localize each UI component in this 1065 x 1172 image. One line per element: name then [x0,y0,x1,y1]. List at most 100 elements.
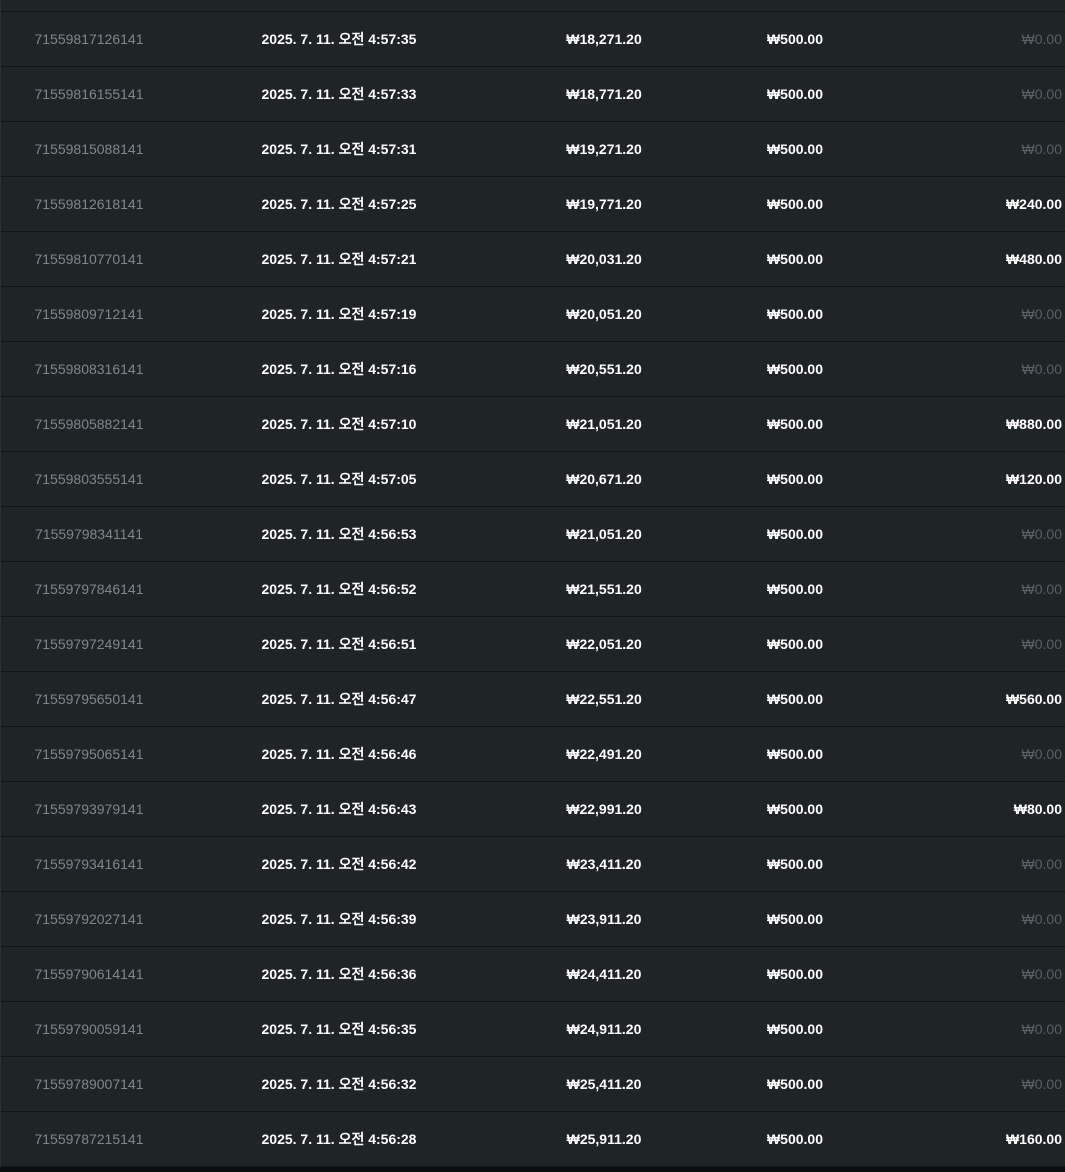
win-amount-cell: ₩0.00 [1021,1076,1062,1092]
table-row[interactable]: 71559797249141 2025. 7. 11. 오전 4:56:51 ₩22… [1,617,1065,672]
timestamp-cell: 2025. 7. 11. 오전 4:56:42 [261,856,417,872]
bet-amount-cell: ₩500.00 [766,251,824,267]
table-row[interactable]: 71559792027141 2025. 7. 11. 오전 4:56:39 ₩23… [1,892,1065,947]
round-id-cell: 71559803555141 [34,471,144,487]
balance-cell: ₩24,911.20 [566,1021,642,1037]
round-id-cell: 71559789007141 [34,1076,144,1092]
balance-cell: ₩22,991.20 [566,801,642,817]
timestamp-cell: 2025. 7. 11. 오전 4:56:46 [261,746,417,762]
win-amount-cell: ₩120.00 [1005,471,1062,487]
balance-cell: ₩22,551.20 [566,691,642,707]
balance-cell: ₩20,551.20 [566,361,642,377]
win-amount-cell: ₩0.00 [1021,526,1062,542]
round-id-cell: 71559792027141 [34,911,144,927]
table-row[interactable]: 71559790059141 2025. 7. 11. 오전 4:56:35 ₩24… [1,1002,1065,1057]
bet-amount-cell: ₩500.00 [766,1021,824,1037]
round-id-cell: 71559798341141 [35,526,143,542]
timestamp-cell: 2025. 7. 11. 오전 4:56:39 [261,911,417,927]
balance-cell: ₩25,411.20 [566,1076,642,1092]
timestamp-cell: 2025. 7. 11. 오전 4:57:16 [261,361,417,377]
balance-cell: ₩20,671.20 [566,471,642,487]
balance-cell: ₩22,491.20 [566,746,642,762]
table-bottom-edge [0,1167,1065,1172]
round-id-cell: 71559793416141 [34,856,144,872]
round-id-cell: 71559810770141 [34,251,144,267]
table-row[interactable]: 71559815088141 2025. 7. 11. 오전 4:57:31 ₩19… [1,122,1065,177]
table-row[interactable]: 71559805882141 2025. 7. 11. 오전 4:57:10 ₩21… [1,397,1065,452]
bet-amount-cell: ₩500.00 [766,911,824,927]
bet-amount-cell: ₩500.00 [766,746,824,762]
timestamp-cell: 2025. 7. 11. 오전 4:57:31 [261,141,417,157]
round-id-cell: 71559815088141 [34,141,144,157]
table-top-edge [1,0,1065,12]
win-amount-cell: ₩560.00 [1005,691,1062,707]
table-row[interactable]: 71559793979141 2025. 7. 11. 오전 4:56:43 ₩22… [1,782,1065,837]
timestamp-cell: 2025. 7. 11. 오전 4:56:36 [261,966,417,982]
table-row[interactable]: 71559795650141 2025. 7. 11. 오전 4:56:47 ₩22… [1,672,1065,727]
table-row[interactable]: 71559816155141 2025. 7. 11. 오전 4:57:33 ₩18… [1,67,1065,122]
bet-amount-cell: ₩500.00 [766,31,824,47]
table-row[interactable]: 71559795065141 2025. 7. 11. 오전 4:56:46 ₩22… [1,727,1065,782]
win-amount-cell: ₩0.00 [1021,86,1062,102]
round-id-cell: 71559787215141 [34,1131,144,1147]
balance-cell: ₩22,051.20 [566,636,642,652]
table-row[interactable]: 71559817126141 2025. 7. 11. 오전 4:57:35 ₩18… [1,12,1065,67]
balance-cell: ₩21,051.20 [566,526,642,542]
table-row[interactable]: 71559793416141 2025. 7. 11. 오전 4:56:42 ₩23… [1,837,1065,892]
win-amount-cell: ₩0.00 [1021,581,1062,597]
round-id-cell: 71559816155141 [34,86,144,102]
bet-amount-cell: ₩500.00 [766,196,824,212]
win-amount-cell: ₩0.00 [1021,856,1062,872]
table-row[interactable]: 71559812618141 2025. 7. 11. 오전 4:57:25 ₩19… [1,177,1065,232]
table-row[interactable]: 71559797846141 2025. 7. 11. 오전 4:56:52 ₩21… [1,562,1065,617]
win-amount-cell: ₩0.00 [1021,636,1062,652]
win-amount-cell: ₩0.00 [1021,1021,1062,1037]
win-amount-cell: ₩0.00 [1021,966,1062,982]
round-id-cell: 71559809712141 [34,306,144,322]
timestamp-cell: 2025. 7. 11. 오전 4:57:21 [261,251,417,267]
timestamp-cell: 2025. 7. 11. 오전 4:57:05 [261,471,417,487]
win-amount-cell: ₩0.00 [1021,141,1062,157]
table-row[interactable]: 71559798341141 2025. 7. 11. 오전 4:56:53 ₩21… [1,507,1065,562]
round-id-cell: 71559808316141 [34,361,144,377]
win-amount-cell: ₩160.00 [1005,1131,1062,1147]
table-row[interactable]: 71559803555141 2025. 7. 11. 오전 4:57:05 ₩20… [1,452,1065,507]
table-row[interactable]: 71559808316141 2025. 7. 11. 오전 4:57:16 ₩20… [1,342,1065,397]
round-id-cell: 71559797249141 [34,636,144,652]
bet-amount-cell: ₩500.00 [766,691,824,707]
balance-cell: ₩21,551.20 [566,581,642,597]
round-id-cell: 71559805882141 [34,416,144,432]
win-amount-cell: ₩240.00 [1005,196,1062,212]
table-row[interactable]: 71559789007141 2025. 7. 11. 오전 4:56:32 ₩25… [1,1057,1065,1112]
bet-history-table: 71559817126141 2025. 7. 11. 오전 4:57:35 ₩18… [0,0,1065,1167]
bet-amount-cell: ₩500.00 [766,1131,824,1147]
table-row[interactable]: 71559810770141 2025. 7. 11. 오전 4:57:21 ₩20… [1,232,1065,287]
table-row[interactable]: 71559787215141 2025. 7. 11. 오전 4:56:28 ₩25… [1,1112,1065,1167]
bet-amount-cell: ₩500.00 [766,361,824,377]
table-body: 71559817126141 2025. 7. 11. 오전 4:57:35 ₩18… [1,12,1065,1167]
timestamp-cell: 2025. 7. 11. 오전 4:56:52 [261,581,417,597]
bet-amount-cell: ₩500.00 [766,416,824,432]
round-id-cell: 71559793979141 [34,801,144,817]
balance-cell: ₩20,031.20 [566,251,642,267]
bet-amount-cell: ₩500.00 [766,966,824,982]
balance-cell: ₩24,411.20 [566,966,642,982]
round-id-cell: 71559797846141 [34,581,144,597]
balance-cell: ₩21,051.20 [566,416,642,432]
win-amount-cell: ₩0.00 [1021,911,1062,927]
round-id-cell: 71559795650141 [34,691,144,707]
timestamp-cell: 2025. 7. 11. 오전 4:56:53 [261,526,417,542]
balance-cell: ₩18,271.20 [566,31,642,47]
timestamp-cell: 2025. 7. 11. 오전 4:56:28 [261,1131,417,1147]
table-row[interactable]: 71559790614141 2025. 7. 11. 오전 4:56:36 ₩24… [1,947,1065,1002]
balance-cell: ₩19,271.20 [566,141,642,157]
bet-amount-cell: ₩500.00 [766,636,824,652]
timestamp-cell: 2025. 7. 11. 오전 4:56:47 [261,691,417,707]
table-row[interactable]: 71559809712141 2025. 7. 11. 오전 4:57:19 ₩20… [1,287,1065,342]
balance-cell: ₩18,771.20 [566,86,642,102]
balance-cell: ₩23,411.20 [566,856,642,872]
win-amount-cell: ₩880.00 [1005,416,1062,432]
win-amount-cell: ₩0.00 [1021,306,1062,322]
timestamp-cell: 2025. 7. 11. 오전 4:56:32 [261,1076,417,1092]
win-amount-cell: ₩0.00 [1021,31,1062,47]
